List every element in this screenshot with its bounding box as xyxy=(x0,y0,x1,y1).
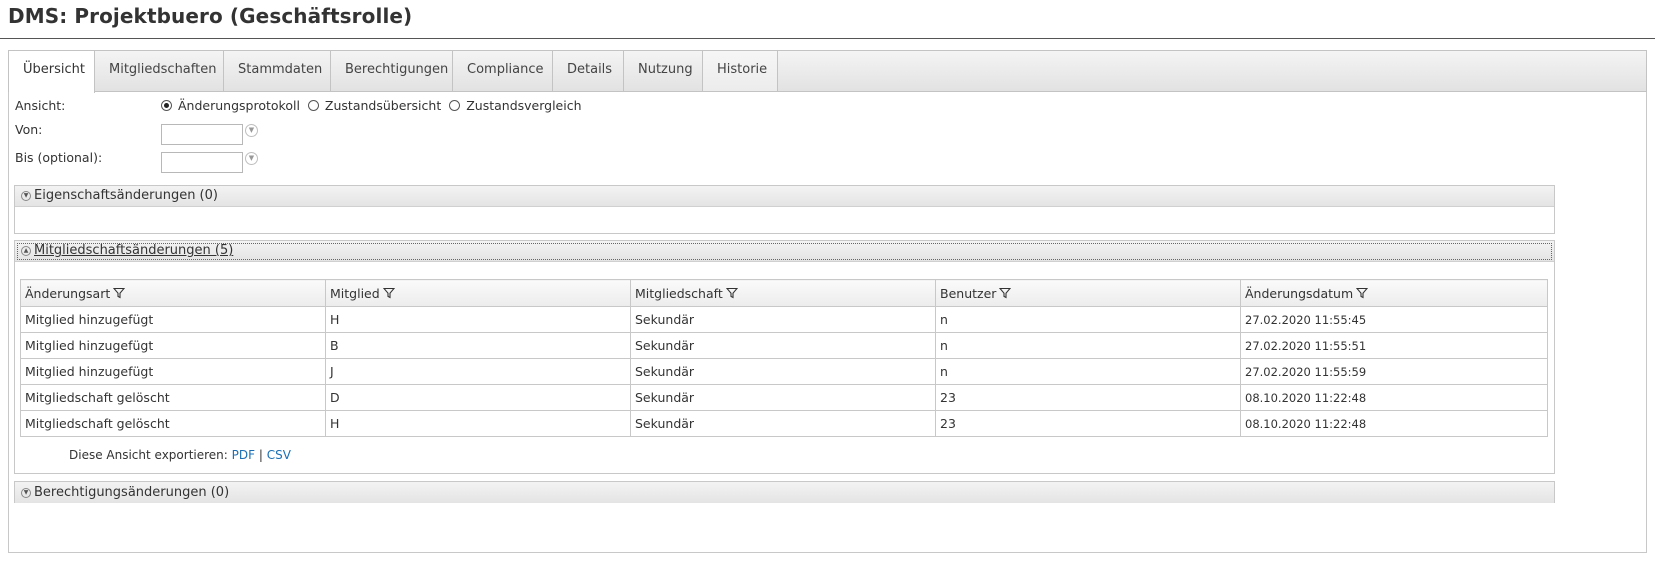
cell-mitgliedschaft: Sekundär xyxy=(630,306,936,333)
column-header-label: Änderungsdatum xyxy=(1245,285,1354,301)
cell-mitglied: B xyxy=(325,332,631,359)
tab-uebersicht[interactable]: Übersicht xyxy=(9,51,95,93)
table-row[interactable]: Mitglied hinzugefügt B Sekundär n 27.02.… xyxy=(20,332,1548,359)
tab-historie[interactable]: Historie xyxy=(703,51,778,91)
table-row[interactable]: Mitglied hinzugefügt J Sekundär n 27.02.… xyxy=(20,358,1548,385)
cell-mitgliedschaft: Sekundär xyxy=(630,332,936,359)
tab-compliance[interactable]: Compliance xyxy=(453,51,553,91)
from-date-picker-icon[interactable]: ▼ xyxy=(245,124,258,137)
permission-changes-header[interactable]: ▼ Berechtigungsänderungen (0) xyxy=(15,482,1554,503)
radio-aenderungsprotokoll[interactable] xyxy=(161,99,172,111)
property-changes-title: Eigenschaftsänderungen (0) xyxy=(34,188,218,203)
cell-mitglied: J xyxy=(325,358,631,385)
cell-aenderungsart: Mitglied hinzugefügt xyxy=(20,306,326,333)
filter-icon[interactable] xyxy=(999,287,1012,299)
to-date-input[interactable] xyxy=(161,152,243,173)
cell-benutzer: n xyxy=(935,358,1241,385)
export-pdf-link[interactable]: PDF xyxy=(232,448,255,462)
cell-mitgliedschaft: Sekundär xyxy=(630,384,936,411)
radio-label-aenderungsprotokoll: Änderungsprotokoll xyxy=(178,98,300,113)
tab-nutzung[interactable]: Nutzung xyxy=(624,51,703,91)
cell-aenderungsart: Mitgliedschaft gelöscht xyxy=(20,410,326,437)
radio-zustandsuebersicht[interactable] xyxy=(307,99,319,111)
column-header-mitgliedschaft: Mitgliedschaft xyxy=(630,279,936,307)
table-row[interactable]: Mitglied hinzugefügt H Sekundär n 27.02.… xyxy=(20,306,1548,333)
cell-benutzer: n xyxy=(935,332,1241,359)
to-date-picker-icon[interactable]: ▼ xyxy=(245,152,258,165)
export-csv-link[interactable]: CSV xyxy=(267,448,291,462)
cell-mitglied: H xyxy=(325,410,631,437)
view-label: Ansicht: xyxy=(15,98,66,113)
tab-details[interactable]: Details xyxy=(553,51,624,91)
cell-aenderungsdatum: 27.02.2020 11:55:59 xyxy=(1240,358,1548,385)
permission-changes-title: Berechtigungsänderungen (0) xyxy=(34,484,230,500)
property-changes-section: ▼ Eigenschaftsänderungen (0) xyxy=(14,185,1555,234)
membership-changes-header[interactable]: ▲ Mitgliedschaftsänderungen (5) xyxy=(15,241,1554,262)
cell-aenderungsart: Mitglied hinzugefügt xyxy=(20,332,326,359)
column-header-label: Mitgliedschaft xyxy=(635,285,723,301)
property-changes-header[interactable]: ▼ Eigenschaftsänderungen (0) xyxy=(15,186,1554,207)
cell-aenderungsdatum: 27.02.2020 11:55:51 xyxy=(1240,332,1548,359)
column-header-aenderungsdatum: Änderungsdatum xyxy=(1240,279,1548,307)
table-row[interactable]: Mitgliedschaft gelöscht D Sekundär 23 08… xyxy=(20,384,1548,411)
tab-mitgliedschaften[interactable]: Mitgliedschaften xyxy=(95,51,224,91)
cell-aenderungsdatum: 27.02.2020 11:55:45 xyxy=(1240,306,1548,333)
radio-zustandsvergleich[interactable] xyxy=(449,99,461,111)
expand-icon: ▼ xyxy=(21,487,31,498)
radio-label-zustandsvergleich: Zustandsvergleich xyxy=(466,98,582,113)
cell-benutzer: n xyxy=(935,306,1241,333)
table-row[interactable]: Mitgliedschaft gelöscht H Sekundär 23 08… xyxy=(20,410,1548,437)
filter-icon[interactable] xyxy=(725,287,738,299)
cell-benutzer: 23 xyxy=(935,410,1241,437)
cell-aenderungsart: Mitglied hinzugefügt xyxy=(20,358,326,385)
column-header-mitglied: Mitglied xyxy=(325,279,631,307)
tab-stammdaten[interactable]: Stammdaten xyxy=(224,51,331,91)
tab-bar: Übersicht Mitgliedschaften Stammdaten Be… xyxy=(8,50,1647,93)
permission-changes-section: ▼ Berechtigungsänderungen (0) xyxy=(14,481,1555,503)
export-separator: | xyxy=(258,448,263,462)
expand-icon: ▼ xyxy=(21,191,31,201)
tab-berechtigungen[interactable]: Berechtigungen xyxy=(331,51,453,91)
collapse-icon: ▲ xyxy=(21,246,31,256)
membership-changes-table: Änderungsart Mitglied Mitgliedschaft Ben… xyxy=(20,279,1548,437)
cell-aenderungsdatum: 08.10.2020 11:22:48 xyxy=(1240,384,1548,411)
export-bar: Diese Ansicht exportieren: PDF | CSV xyxy=(69,448,291,462)
table-header-row: Änderungsart Mitglied Mitgliedschaft Ben… xyxy=(20,279,1548,307)
cell-benutzer: 23 xyxy=(935,384,1241,411)
from-date-input[interactable] xyxy=(161,124,243,145)
cell-aenderungsart: Mitgliedschaft gelöscht xyxy=(20,384,326,411)
filter-icon[interactable] xyxy=(1356,287,1369,299)
from-label: Von: xyxy=(15,122,43,137)
cell-mitglied: D xyxy=(325,384,631,411)
membership-changes-title: Mitgliedschaftsänderungen (5) xyxy=(34,243,234,258)
cell-mitgliedschaft: Sekundär xyxy=(630,358,936,385)
export-label: Diese Ansicht exportieren: xyxy=(69,448,228,462)
to-label: Bis (optional): xyxy=(15,150,103,165)
page-title: DMS: Projektbuero (Geschäftsrolle) xyxy=(8,4,413,28)
filter-icon[interactable] xyxy=(113,287,126,299)
view-radio-group: Änderungsprotokoll Zustandsübersicht Zus… xyxy=(161,98,590,113)
column-header-label: Änderungsart xyxy=(25,285,111,301)
column-header-aenderungsart: Änderungsart xyxy=(20,279,326,307)
radio-label-zustandsuebersicht: Zustandsübersicht xyxy=(324,98,442,113)
cell-mitgliedschaft: Sekundär xyxy=(630,410,936,437)
column-header-label: Benutzer xyxy=(940,285,997,301)
cell-aenderungsdatum: 08.10.2020 11:22:48 xyxy=(1240,410,1548,437)
column-header-benutzer: Benutzer xyxy=(935,279,1241,307)
title-divider xyxy=(0,38,1655,39)
cell-mitglied: H xyxy=(325,306,631,333)
column-header-label: Mitglied xyxy=(330,285,380,301)
filter-icon[interactable] xyxy=(382,287,395,299)
